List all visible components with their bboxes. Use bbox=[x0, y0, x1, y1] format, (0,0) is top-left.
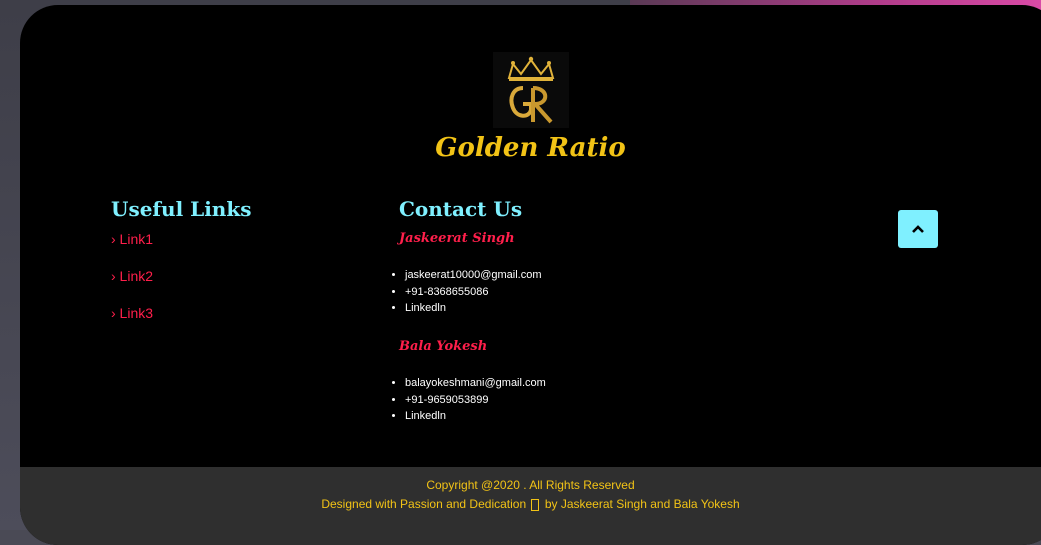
copyright-text: Copyright @2020 . All Rights Reserved bbox=[426, 478, 635, 492]
contact-list-jaskeerat: jaskeerat10000@gmail.com +91-8368655086 … bbox=[391, 267, 542, 317]
contact-list-bala: balayokeshmani@gmail.com +91-9659053899 … bbox=[391, 375, 546, 425]
contact-linkedin-link[interactable]: Linkedln bbox=[405, 300, 542, 317]
heart-icon bbox=[531, 498, 540, 511]
useful-link-2[interactable]: › Link2 bbox=[111, 268, 153, 284]
golden-ratio-crown-logo bbox=[493, 52, 569, 128]
contact-phone[interactable]: +91-9659053899 bbox=[405, 392, 546, 409]
chevron-up-icon bbox=[912, 225, 924, 233]
designed-suffix: by Jaskeerat Singh and Bala Yokesh bbox=[544, 497, 740, 511]
contact-name-bala: Bala Yokesh bbox=[399, 339, 488, 354]
useful-links-heading: Useful Links bbox=[111, 197, 252, 221]
contact-name-jaskeerat: Jaskeerat Singh bbox=[399, 231, 515, 246]
contact-email[interactable]: balayokeshmani@gmail.com bbox=[405, 375, 546, 392]
contact-us-heading: Contact Us bbox=[399, 197, 523, 221]
page-footer: Copyright @2020 . All Rights Reserved De… bbox=[20, 467, 1041, 545]
useful-link-3[interactable]: › Link3 bbox=[111, 305, 153, 321]
contact-phone[interactable]: +91-8368655086 bbox=[405, 284, 542, 301]
designed-prefix: Designed with Passion and Dedication bbox=[321, 497, 527, 511]
brand-name: Golden Ratio bbox=[435, 133, 626, 163]
contact-email[interactable]: jaskeerat10000@gmail.com bbox=[405, 267, 542, 284]
footer-card: Golden Ratio Useful Links › Link1 › Link… bbox=[20, 5, 1041, 545]
designed-by-text: Designed with Passion and Dedication by … bbox=[20, 497, 1041, 511]
useful-link-1[interactable]: › Link1 bbox=[111, 231, 153, 247]
contact-linkedin-link[interactable]: Linkedln bbox=[405, 408, 546, 425]
back-to-top-button[interactable] bbox=[898, 210, 938, 248]
